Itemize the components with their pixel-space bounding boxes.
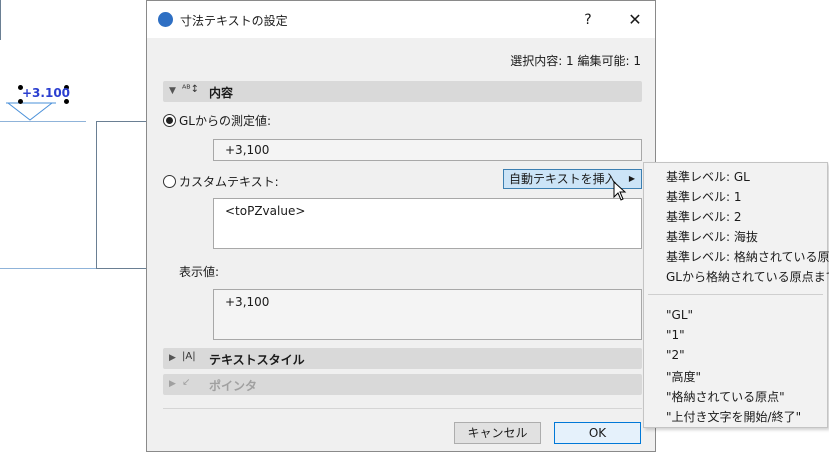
auto-text-submenu: 基準レベル: GL 基準レベル: 1 基準レベル: 2 基準レベル: 海抜 基準… xyxy=(643,162,829,428)
custom-text-input[interactable]: <toPZvalue> xyxy=(213,198,642,249)
content-section-header[interactable]: ▼ ᴬᴮ↕ 内容 xyxy=(163,81,642,102)
menu-item[interactable]: GLから格納されている原点まで xyxy=(666,268,829,285)
pointer-icon: ↙ xyxy=(182,377,191,388)
menu-item[interactable]: "上付き文字を開始/終了" xyxy=(666,408,801,425)
menu-item[interactable]: "2" xyxy=(666,348,685,362)
measured-value-label: GLからの測定値: xyxy=(179,114,272,128)
dimension-text-settings-dialog: 寸法テキストの設定 ? ✕ 選択内容: 1 編集可能: 1 ▼ ᴬᴮ↕ 内容 G… xyxy=(146,0,656,452)
collapse-arrow-icon: ▼ xyxy=(169,86,176,96)
dialog-titlebar[interactable]: 寸法テキストの設定 ? ✕ xyxy=(147,1,655,38)
level-marker-label[interactable]: +3.100 xyxy=(22,86,70,100)
selection-info: 選択内容: 1 編集可能: 1 xyxy=(510,54,641,68)
custom-text-radio[interactable] xyxy=(163,175,176,188)
menu-item[interactable]: 基準レベル: 海抜 xyxy=(666,228,758,245)
menu-item[interactable]: "GL" xyxy=(666,308,693,322)
pointer-section-label: ポインタ xyxy=(209,379,258,393)
cancel-button[interactable]: キャンセル xyxy=(454,422,541,444)
close-button[interactable]: ✕ xyxy=(625,10,645,30)
text-style-section-header[interactable]: ▶ |A| テキストスタイル xyxy=(163,348,642,369)
dialog-title: 寸法テキストの設定 xyxy=(180,14,288,28)
text-style-section-label: テキストスタイル xyxy=(209,353,305,367)
measured-value-radio[interactable] xyxy=(163,114,176,127)
expand-arrow-icon: ▶ xyxy=(169,353,176,363)
wall-top-line xyxy=(96,121,148,122)
menu-item[interactable]: "格納されている原点" xyxy=(666,388,785,405)
menu-separator xyxy=(648,294,823,295)
display-value-field: +3,100 xyxy=(213,289,642,340)
display-value-label: 表示値: xyxy=(179,265,220,279)
mouse-cursor-icon xyxy=(613,181,627,201)
menu-item[interactable]: "高度" xyxy=(666,368,701,385)
app-logo-icon xyxy=(158,12,173,27)
menu-item[interactable]: 基準レベル: GL xyxy=(666,168,750,185)
insert-auto-text-label: 自動テキストを挿入 xyxy=(509,172,617,186)
measured-value-field: +3,100 xyxy=(213,139,642,161)
level-triangle-icon xyxy=(6,102,56,121)
menu-item[interactable]: 基準レベル: 2 xyxy=(666,208,742,225)
menu-item[interactable]: "1" xyxy=(666,328,685,342)
submenu-arrow-icon: ▶ xyxy=(628,174,635,183)
wall-left-line xyxy=(96,121,97,269)
custom-text-label: カスタムテキスト: xyxy=(179,175,279,189)
text-content-icon: ᴬᴮ↕ xyxy=(182,84,200,95)
ok-button[interactable]: OK xyxy=(554,422,641,444)
menu-item[interactable]: 基準レベル: 格納されている原点 xyxy=(666,248,829,265)
content-section-label: 内容 xyxy=(209,86,234,100)
footer-divider xyxy=(163,408,642,409)
help-button[interactable]: ? xyxy=(578,10,598,30)
text-style-icon: |A| xyxy=(182,351,196,362)
canvas-edge-line xyxy=(0,0,1,40)
menu-item[interactable]: 基準レベル: 1 xyxy=(666,188,742,205)
floor-line-dark xyxy=(96,268,148,269)
pointer-section-header: ▶ ↙ ポインタ xyxy=(163,374,642,395)
expand-arrow-icon: ▶ xyxy=(169,379,176,389)
